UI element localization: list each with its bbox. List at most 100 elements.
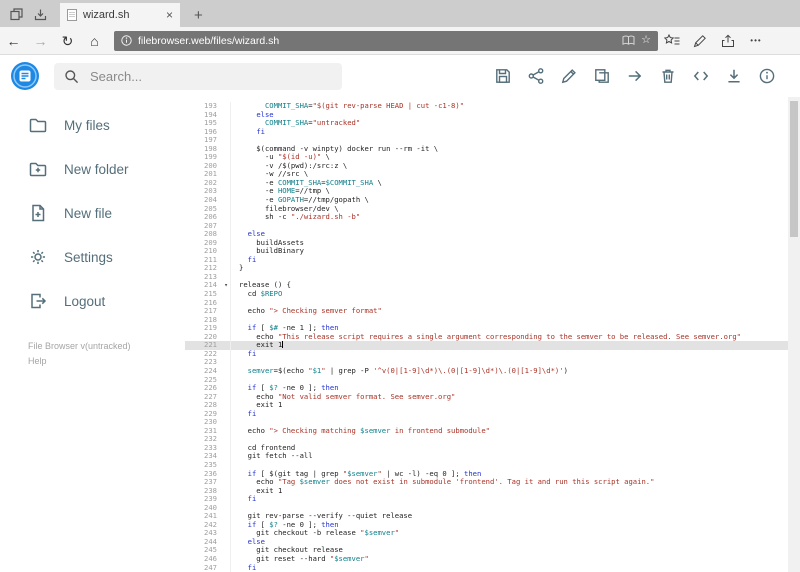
sidebar-item-logout[interactable]: Logout	[0, 279, 185, 323]
hub-favorites-icon[interactable]	[658, 27, 686, 55]
code-line[interactable]: 224 semver=$(echo "$1" | grep -P '^v(0|[…	[185, 366, 788, 376]
code-line[interactable]: 215 cd $REPO	[185, 289, 788, 299]
page-icon	[67, 9, 77, 21]
scrollbar[interactable]	[788, 97, 800, 572]
code-editor[interactable]: 193 COMMIT_SHA="$(git rev-parse HEAD | c…	[185, 97, 788, 572]
code-text: sh -c "./wizard.sh -b"	[239, 212, 361, 222]
settings-icon	[28, 247, 48, 267]
sidebar-item-new-folder[interactable]: New folder	[0, 147, 185, 191]
tab-title: wizard.sh	[83, 9, 130, 21]
sidebar-item-label: New folder	[64, 161, 129, 177]
favorite-star-icon[interactable]: ☆	[641, 35, 651, 46]
refresh-icon[interactable]: ↻	[54, 34, 81, 48]
sidebar-item-my-files[interactable]: My files	[0, 103, 185, 147]
file-actions-toolbar	[494, 67, 776, 85]
home-icon[interactable]: ⌂	[81, 34, 108, 48]
code-line[interactable]: 212}	[185, 264, 788, 273]
code-line[interactable]: 238 exit 1	[185, 486, 788, 496]
edit-icon[interactable]	[560, 67, 578, 85]
sidebar-item-new-file[interactable]: New file	[0, 191, 185, 235]
code-line[interactable]: 229 fi	[185, 408, 788, 419]
code-line[interactable]: 221 exit 1	[185, 341, 788, 350]
code-icon[interactable]	[692, 67, 710, 85]
line-number: 247	[185, 563, 231, 572]
move-icon[interactable]	[626, 67, 644, 85]
url-text: filebrowser.web/files/wizard.sh	[138, 34, 280, 47]
code-line[interactable]: 243 git checkout -b release "$semver"	[185, 529, 788, 538]
code-line[interactable]: 234 git fetch --all	[185, 452, 788, 461]
back-icon[interactable]: ←	[0, 34, 27, 48]
code-line[interactable]: 193 COMMIT_SHA="$(git rev-parse HEAD | c…	[185, 101, 788, 111]
app-body: My files New folder New file Settings Lo…	[0, 97, 800, 572]
code-text: echo "> Checking matching $semver in fro…	[239, 425, 490, 435]
sidebar: My files New folder New file Settings Lo…	[0, 97, 185, 572]
code-text: fi	[247, 348, 257, 358]
code-line[interactable]: 247 fi	[185, 562, 788, 572]
tab-close-icon[interactable]: ×	[166, 9, 173, 21]
app-header	[0, 55, 800, 97]
filebrowser-logo[interactable]	[10, 61, 40, 91]
info-icon[interactable]	[758, 67, 776, 85]
new-tab-button[interactable]: +	[194, 8, 203, 23]
delete-icon[interactable]	[659, 67, 677, 85]
code-line[interactable]: 207	[185, 221, 788, 231]
code-line[interactable]: 217 echo "> Checking semver format"	[185, 306, 788, 316]
fold-arrow-icon[interactable]: ▾	[224, 281, 228, 290]
code-text: fi	[247, 562, 257, 572]
sidebar-item-label: Settings	[64, 249, 113, 265]
set-tabs-aside-icon[interactable]	[32, 6, 48, 22]
code-text: fi	[247, 408, 257, 418]
sidebar-item-settings[interactable]: Settings	[0, 235, 185, 279]
search-icon	[64, 69, 79, 84]
code-line[interactable]: 228 exit 1	[185, 401, 788, 410]
code-line[interactable]: 196 fi	[185, 126, 788, 137]
browser-tab-strip: wizard.sh × +	[0, 0, 800, 27]
more-options-icon[interactable]: •••	[742, 27, 770, 55]
address-bar[interactable]: filebrowser.web/files/wizard.sh ☆	[114, 30, 658, 51]
scrollbar-thumb[interactable]	[790, 101, 798, 237]
code-text: echo "This release script requires a sin…	[239, 331, 741, 341]
code-text: echo "Tag $semver does not exist in subm…	[239, 477, 655, 487]
help-link[interactable]: Help	[28, 354, 185, 369]
code-line[interactable]: 211 fi	[185, 255, 788, 265]
reading-view-icon[interactable]	[622, 35, 635, 46]
code-line[interactable]: 239 fi	[185, 494, 788, 504]
save-icon[interactable]	[494, 67, 512, 85]
logout-icon	[28, 291, 48, 311]
share-page-icon[interactable]	[714, 27, 742, 55]
code-line[interactable]: 195 COMMIT_SHA="untracked"	[185, 118, 788, 128]
code-line[interactable]: 206 sh -c "./wizard.sh -b"	[185, 212, 788, 222]
code-line[interactable]: 210 buildBinary	[185, 247, 788, 256]
code-text: cd $REPO	[239, 289, 283, 299]
code-line[interactable]: 231 echo "> Checking matching $semver in…	[185, 425, 788, 436]
code-text: }	[239, 263, 244, 273]
browser-toolbar: ← → ↻ ⌂ filebrowser.web/files/wizard.sh …	[0, 27, 800, 55]
ink-annotate-icon[interactable]	[686, 27, 714, 55]
code-line[interactable]: 246 git reset --hard "$semver"	[185, 554, 788, 564]
code-text: fi	[256, 126, 265, 136]
tab-preview-icon[interactable]	[8, 6, 24, 22]
code-text: fi	[247, 494, 257, 504]
download-icon[interactable]	[725, 67, 743, 85]
code-text: git fetch --all	[239, 451, 313, 461]
forward-icon[interactable]: →	[27, 34, 54, 48]
code-line[interactable]: 222 fi	[185, 348, 788, 359]
search-box[interactable]	[54, 62, 342, 90]
search-input[interactable]	[88, 67, 332, 85]
version-text: File Browser v(untracked)	[28, 341, 131, 351]
site-info-icon[interactable]	[121, 35, 132, 46]
code-lines: 193 COMMIT_SHA="$(git rev-parse HEAD | c…	[185, 101, 788, 572]
browser-tab[interactable]: wizard.sh ×	[60, 3, 180, 27]
folder-icon	[28, 115, 48, 135]
sidebar-item-label: New file	[64, 205, 113, 221]
copy-icon[interactable]	[593, 67, 611, 85]
share-icon[interactable]	[527, 67, 545, 85]
